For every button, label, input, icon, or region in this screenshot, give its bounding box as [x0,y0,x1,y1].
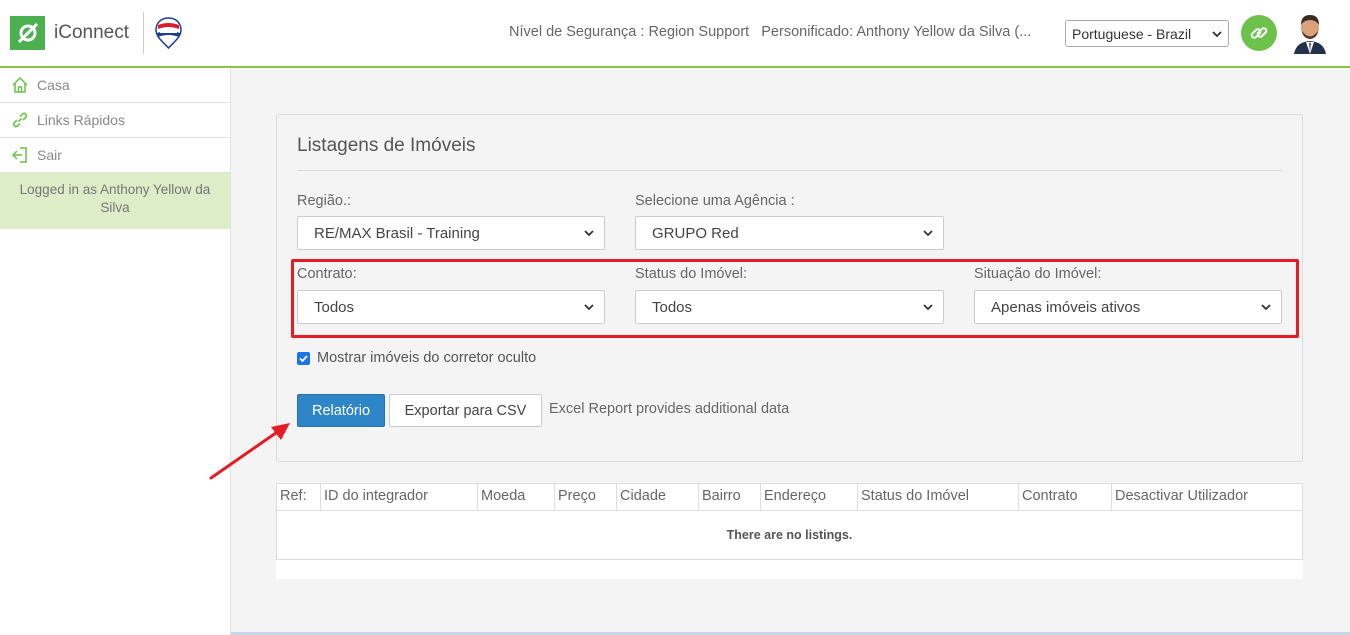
sidebar-item-label: Sair [37,147,62,163]
column-header[interactable]: Preço [555,484,617,510]
home-icon [11,76,29,94]
regiao-value: RE/MAX Brasil - Training [314,224,480,242]
column-header[interactable]: Status do Imóvel [858,484,1019,510]
brand-divider [143,12,144,54]
column-header[interactable]: Cidade [617,484,699,510]
agencia-value: GRUPO Red [652,224,739,242]
excel-report-note: Excel Report provides additional data [549,401,790,417]
link-icon [11,111,29,129]
column-header[interactable]: ID do integrador [321,484,478,510]
app-name: iConnect [54,22,129,43]
column-header[interactable]: Ref: [277,484,321,510]
chevron-down-icon [923,230,933,237]
title-divider [297,170,1283,171]
remax-balloon-logo-icon [155,17,182,50]
brand[interactable]: iConnect [10,16,129,50]
regiao-select[interactable]: RE/MAX Brasil - Training [297,216,605,250]
listings-table: Ref: ID do integrador Moeda Preço Cidade… [276,483,1303,579]
avatar[interactable] [1290,12,1330,54]
sidebar-item-label: Links Rápidos [37,112,125,128]
sidebar-item-sair[interactable]: Sair [0,138,230,173]
logged-in-banner: Logged in as Anthony Yellow da Silva [0,173,230,229]
regiao-label: Região.: [297,193,352,209]
impersonated-user: Personificado: Anthony Yellow da Silva (… [761,24,1032,40]
language-select[interactable]: Portuguese - Brazil [1065,20,1229,47]
empty-table-message: There are no listings. [276,510,1303,560]
annotation-arrow-icon [209,423,290,480]
column-header[interactable]: Endereço [761,484,858,510]
annotation-highlight-box [291,259,1299,338]
table-header: Ref: ID do integrador Moeda Preço Cidade… [276,483,1303,511]
page-title: Listagens de Imóveis [297,135,476,156]
session-info: Nível de Segurança : Region Support Pers… [509,24,1031,40]
sign-out-icon [11,146,29,164]
sidebar-item-casa[interactable]: Casa [0,68,230,103]
column-header[interactable]: Contrato [1019,484,1112,510]
column-header[interactable]: Bairro [699,484,761,510]
agencia-select[interactable]: GRUPO Red [635,216,944,250]
sidebar: Casa Links Rápidos Sair Logged in as Ant… [0,68,231,635]
top-header: iConnect Nível de Segurança : Region Sup… [0,0,1350,68]
sidebar-item-label: Casa [37,77,70,93]
column-header[interactable]: Desactivar Utilizador [1112,484,1302,510]
chevron-down-icon [1212,30,1222,37]
quick-links-button[interactable] [1241,15,1277,51]
chevron-down-icon [584,230,594,237]
sidebar-item-links-rapidos[interactable]: Links Rápidos [0,103,230,138]
checkbox-checked-icon [297,351,310,365]
security-level: Nível de Segurança : Region Support [509,24,750,40]
report-button[interactable]: Relatório [297,394,385,427]
column-header[interactable]: Moeda [478,484,555,510]
link-icon [1250,27,1268,39]
checkbox-label: Mostrar imóveis do corretor oculto [317,350,537,366]
agencia-label: Selecione uma Agência : [635,193,795,209]
export-csv-button[interactable]: Exportar para CSV [389,394,542,427]
show-hidden-agent-listings-checkbox[interactable]: Mostrar imóveis do corretor oculto [297,350,536,366]
language-selected: Portuguese - Brazil [1072,25,1192,42]
iconnect-logo-icon [10,16,45,50]
